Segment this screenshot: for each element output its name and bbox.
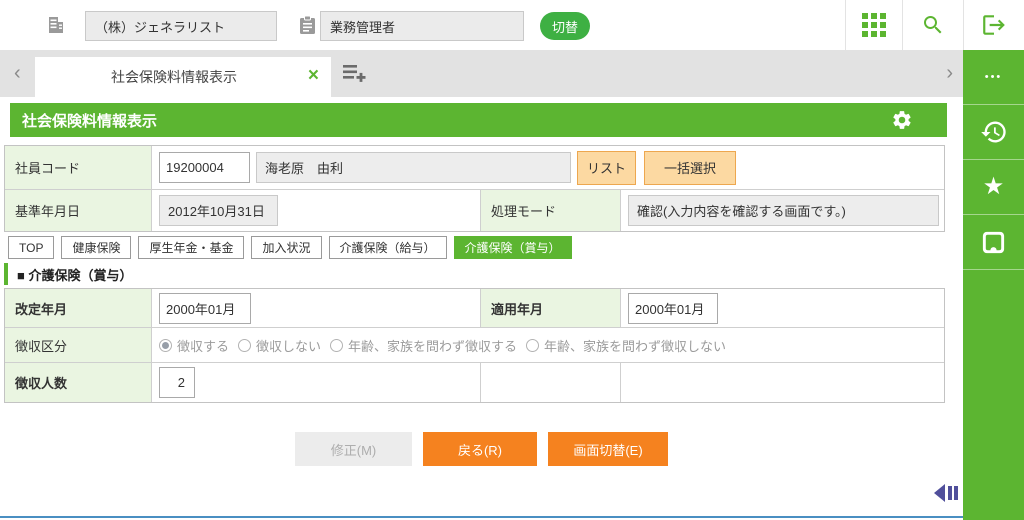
collect-count-cell	[152, 363, 481, 402]
tab-scroll-left-button[interactable]: ‹	[14, 61, 21, 85]
collect-count-label: 徴収人数	[5, 363, 152, 402]
tab-scroll-right-button[interactable]: ›	[946, 61, 953, 85]
ellipsis-icon: •••	[984, 71, 1003, 83]
revision-month-cell	[152, 289, 481, 328]
base-date-display: 2012年10月31日	[159, 195, 278, 226]
header-icon-group	[845, 0, 1024, 50]
empty-cell	[621, 363, 944, 402]
search-button[interactable]	[902, 0, 963, 50]
collect-kubun-radio-group: 徴収する 徴収しない 年齢、家族を問わず徴収する 年齢、家族を問わず徴収しない	[159, 336, 726, 355]
back-button[interactable]: 戻る(R)	[423, 432, 537, 466]
apply-month-label: 適用年月	[481, 289, 621, 328]
revision-month-input[interactable]	[159, 292, 251, 324]
main-content: 社会保険料情報表示 社員コード 海老原 由利 リスト 一括選択 基準年月日 20…	[0, 97, 963, 520]
footer-button-row: 修正(M) 戻る(R) 画面切替(E)	[295, 432, 668, 466]
tab-kaigo-kyuyo[interactable]: 介護保険（給与）	[328, 236, 447, 259]
process-mode-display: 確認(入力内容を確認する画面です。)	[628, 195, 939, 226]
tab-kaigo-shoyo[interactable]: 介護保険（賞与）	[453, 236, 572, 259]
company-field[interactable]: （株）ジェネラリスト	[85, 11, 277, 41]
add-tab-button[interactable]	[343, 64, 367, 88]
kaigo-hoken-table: 改定年月 適用年月 徴収区分 徴収する 徴収しない 年齢、家族を問わず徴収	[4, 288, 945, 403]
tab-top[interactable]: TOP	[8, 236, 55, 259]
radio-icon	[330, 338, 344, 352]
radio-label: 年齢、家族を問わず徴収する	[348, 338, 518, 354]
logout-button[interactable]	[963, 0, 1024, 50]
apply-month-cell	[621, 289, 944, 328]
radio-label: 徴収しない	[256, 338, 322, 354]
sidebar-memo-button[interactable]	[963, 215, 1024, 270]
sidebar-history-button[interactable]	[963, 105, 1024, 160]
sidebar-favorites-button[interactable]: ★	[963, 160, 1024, 215]
building-icon	[49, 17, 63, 33]
collect-count-input[interactable]	[159, 367, 195, 398]
apps-grid-button[interactable]	[845, 0, 902, 50]
process-mode-label: 処理モード	[481, 190, 621, 231]
radio-icon	[238, 338, 252, 352]
employee-name-display: 海老原 由利	[256, 152, 571, 183]
radio-option-no-collect-all: 年齢、家族を問わず徴収しない	[526, 336, 726, 355]
employee-code-input[interactable]	[159, 152, 250, 183]
apply-month-input[interactable]	[628, 292, 718, 324]
employee-code-cell: 海老原 由利 リスト 一括選択	[152, 146, 944, 190]
tab-kenko-hoken[interactable]: 健康保険	[61, 236, 132, 259]
memo-tray-icon	[982, 231, 1005, 253]
base-date-cell: 2012年10月31日	[152, 190, 481, 231]
tab-shakaihokenryo[interactable]: 社会保険料情報表示 ×	[35, 57, 331, 97]
tab-bar: ‹ 社会保険料情報表示 × ›	[0, 50, 963, 97]
right-sidebar: ••• ★	[963, 50, 1024, 520]
radio-option-no-collect: 徴収しない	[238, 336, 321, 355]
tab-kosei-nenkin[interactable]: 厚生年金・基金	[138, 236, 245, 259]
search-icon	[924, 16, 942, 34]
tab-kanyu-jokyo[interactable]: 加入状況	[251, 236, 322, 259]
history-icon	[980, 121, 1006, 143]
process-mode-cell: 確認(入力内容を確認する画面です。)	[621, 190, 944, 231]
star-icon: ★	[982, 173, 1005, 200]
role-field[interactable]: 業務管理者	[320, 11, 524, 41]
add-tab-icon	[343, 65, 366, 82]
modify-button: 修正(M)	[295, 432, 412, 466]
radio-option-collect-all: 年齢、家族を問わず徴収する	[330, 336, 517, 355]
empty-cell	[481, 363, 621, 402]
switch-button[interactable]: 切替	[540, 12, 590, 40]
collapse-panel-button[interactable]	[932, 483, 963, 508]
apps-grid-icon	[862, 13, 886, 37]
clipboard-icon	[300, 15, 315, 34]
tab-label: 社会保険料情報表示	[111, 69, 237, 85]
base-date-label: 基準年月日	[5, 190, 152, 231]
bulk-select-button[interactable]: 一括選択	[644, 150, 737, 185]
category-tabs: TOP 健康保険 厚生年金・基金 加入状況 介護保険（給与） 介護保険（賞与）	[8, 236, 572, 259]
radio-label: 徴収する	[177, 338, 230, 354]
logout-icon	[983, 15, 1005, 35]
tab-close-icon[interactable]: ×	[308, 65, 319, 87]
top-header: （株）ジェネラリスト 業務管理者 切替	[0, 0, 1024, 50]
collect-kubun-label: 徴収区分	[5, 328, 152, 363]
employee-code-label: 社員コード	[5, 146, 152, 190]
radio-icon	[159, 338, 172, 352]
radio-label: 年齢、家族を問わず徴収しない	[544, 338, 727, 354]
bottom-window-border	[0, 516, 963, 518]
screen-switch-button[interactable]: 画面切替(E)	[548, 432, 668, 466]
employee-info-table: 社員コード 海老原 由利 リスト 一括選択 基準年月日 2012年10月31日 …	[4, 145, 945, 232]
collect-kubun-cell: 徴収する 徴収しない 年齢、家族を問わず徴収する 年齢、家族を問わず徴収しない	[152, 328, 944, 363]
revision-month-label: 改定年月	[5, 289, 152, 328]
gear-icon[interactable]	[891, 109, 913, 131]
radio-option-collect: 徴収する	[159, 336, 229, 355]
page-title-bar: 社会保険料情報表示	[10, 103, 947, 137]
section-heading: ■ 介護保険（賞与）	[4, 263, 132, 285]
page-title: 社会保険料情報表示	[22, 112, 158, 130]
collapse-left-arrow-icon	[934, 484, 958, 502]
radio-icon	[526, 338, 540, 352]
list-button[interactable]: リスト	[577, 150, 637, 185]
sidebar-more-button[interactable]: •••	[963, 50, 1024, 105]
